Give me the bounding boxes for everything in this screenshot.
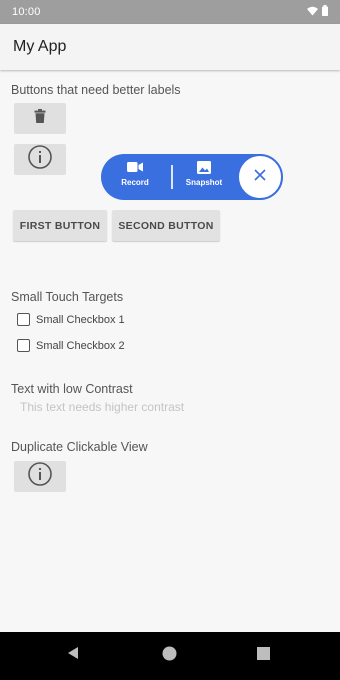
delete-button[interactable] <box>14 103 66 134</box>
toolbar-divider <box>171 165 173 189</box>
info-button[interactable] <box>14 144 66 175</box>
back-icon[interactable] <box>67 646 79 665</box>
video-camera-icon <box>107 161 163 178</box>
section-title-contrast: Text with low Contrast <box>11 382 133 396</box>
record-button[interactable]: Record <box>107 161 163 187</box>
section-title-duplicate: Duplicate Clickable View <box>11 440 148 454</box>
snapshot-button[interactable]: Snapshot <box>176 161 232 187</box>
home-icon[interactable] <box>162 646 177 666</box>
snapshot-label: Snapshot <box>185 178 223 187</box>
record-label: Record <box>121 178 149 187</box>
info-icon <box>28 462 52 491</box>
app-title: My App <box>13 38 67 55</box>
checkbox-2-label: Small Checkbox 2 <box>36 339 125 352</box>
close-icon <box>254 168 266 186</box>
status-time: 10:00 <box>12 6 41 18</box>
recents-icon[interactable] <box>257 647 270 665</box>
status-bar: 10:00 <box>0 0 340 24</box>
checkbox-1-label: Small Checkbox 1 <box>36 313 125 326</box>
section-title-labels: Buttons that need better labels <box>11 83 181 97</box>
wifi-icon <box>307 6 318 19</box>
second-button[interactable]: SECOND BUTTON <box>112 210 220 241</box>
section-title-touch: Small Touch Targets <box>11 290 124 304</box>
checkbox-1[interactable] <box>17 313 30 326</box>
capture-toolbar: Record Snapshot <box>101 154 283 200</box>
duplicate-info-button[interactable] <box>14 461 66 492</box>
image-icon <box>176 161 232 178</box>
first-button[interactable]: FIRST BUTTON <box>13 210 107 241</box>
navigation-bar <box>0 632 340 680</box>
low-contrast-text: This text needs higher contrast <box>20 400 185 414</box>
checkbox-row-1[interactable]: Small Checkbox 1 <box>17 313 125 326</box>
checkbox-row-2[interactable]: Small Checkbox 2 <box>17 339 125 352</box>
info-icon <box>28 145 52 174</box>
trash-icon <box>34 109 46 128</box>
battery-icon <box>322 5 328 19</box>
app-bar: My App <box>0 24 340 70</box>
close-toolbar-button[interactable] <box>237 154 283 200</box>
checkbox-2[interactable] <box>17 339 30 352</box>
